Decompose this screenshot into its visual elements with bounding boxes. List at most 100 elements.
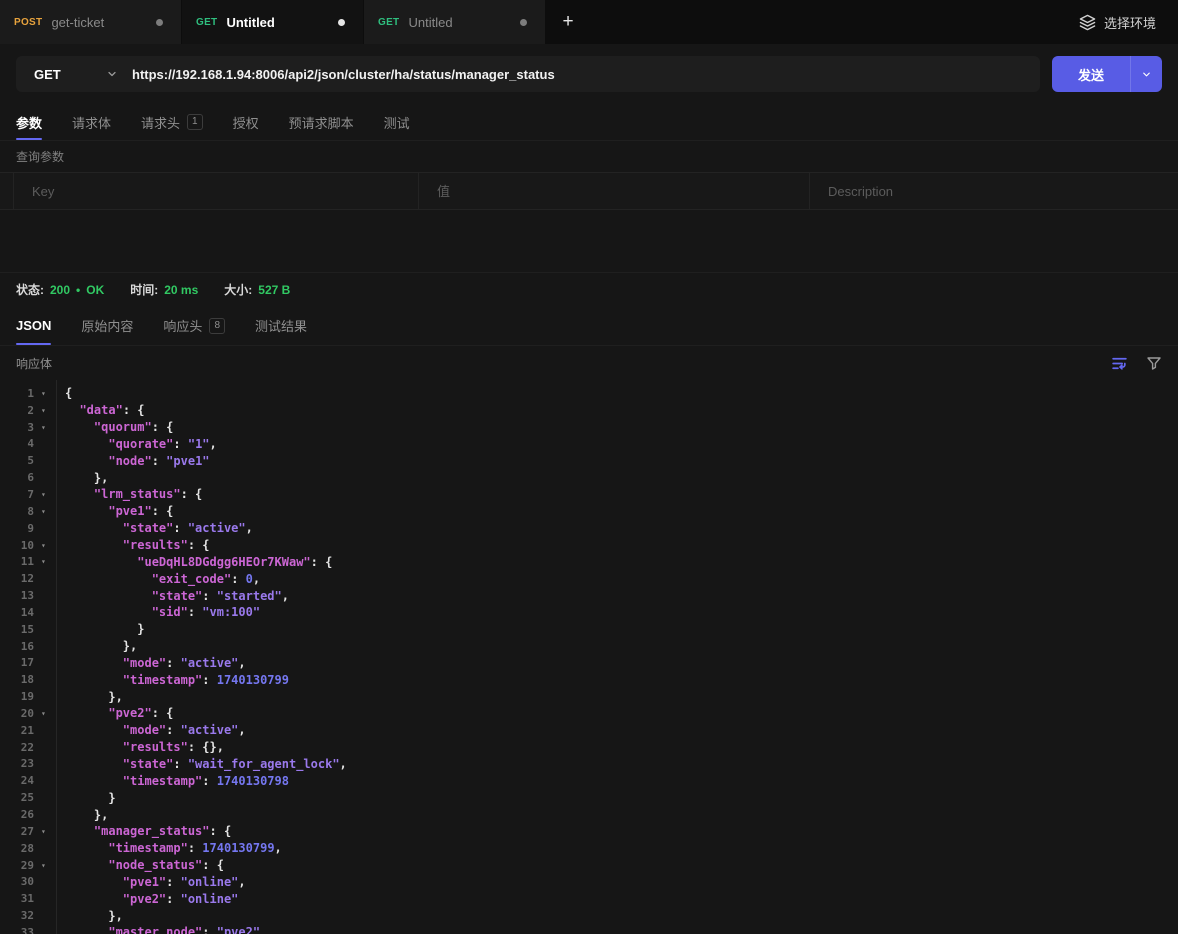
json-key: "timestamp" (123, 673, 202, 687)
fold-toggle-icon[interactable]: ▾ (39, 709, 56, 718)
json-number: 1740130799 (217, 673, 289, 687)
code-line: "sid": "vm:100" (65, 604, 1178, 621)
json-key: "pve2" (123, 892, 166, 906)
json-punctuation: : (188, 605, 202, 619)
code-line: "timestamp": 1740130799 (65, 671, 1178, 688)
wrap-lines-icon[interactable] (1111, 355, 1128, 372)
fold-toggle-icon[interactable]: ▾ (39, 490, 56, 499)
line-number: 27 (0, 825, 39, 838)
json-punctuation: : (173, 521, 187, 535)
send-options-button[interactable] (1130, 56, 1162, 92)
param-row-handle[interactable] (0, 173, 14, 209)
status-label: 状态: (16, 281, 44, 298)
json-punctuation: : (173, 757, 187, 771)
code-line: "mode": "active", (65, 655, 1178, 672)
gutter-row: 16 (0, 638, 56, 655)
json-punctuation: : { (152, 504, 174, 518)
tab-request-授权[interactable]: 授权 (233, 104, 259, 140)
send-button[interactable]: 发送 (1052, 56, 1162, 92)
json-string: "active" (188, 521, 246, 535)
json-punctuation: }, (108, 909, 122, 923)
json-key: "ueDqHL8DGdgg6HEOr7KWaw" (137, 555, 310, 569)
json-key: "pve1" (123, 875, 166, 889)
response-json-viewer[interactable]: 1▾2▾3▾4567▾8▾910▾11▾121314151617181920▾2… (0, 380, 1178, 934)
line-number: 21 (0, 724, 39, 737)
tab-response-json[interactable]: JSON (16, 306, 51, 345)
json-punctuation: : {}, (188, 740, 224, 754)
tab-response-label: 测试结果 (255, 316, 307, 335)
json-key: "mode" (123, 723, 166, 737)
json-punctuation: : (202, 673, 216, 687)
gutter-row: 5 (0, 452, 56, 469)
environment-selector[interactable]: 选择环境 (1079, 0, 1178, 44)
code-line: "node": "pve1" (65, 452, 1178, 469)
tab-request-参数[interactable]: 参数 (16, 104, 42, 140)
new-request-tab-button[interactable]: + (546, 0, 590, 44)
fold-toggle-icon[interactable]: ▾ (39, 423, 56, 432)
json-string: "started" (217, 589, 282, 603)
line-number: 26 (0, 808, 39, 821)
json-key: "manager_status" (94, 824, 210, 838)
json-punctuation: : { (210, 824, 232, 838)
line-number: 23 (0, 757, 39, 770)
code-line: "master_node": "pve2" (65, 924, 1178, 934)
tab-request-请求体[interactable]: 请求体 (72, 104, 111, 140)
param-description-input[interactable] (810, 184, 1178, 199)
gutter-row: 3▾ (0, 419, 56, 436)
gutter-row: 18 (0, 671, 56, 688)
tab-request-label: 测试 (384, 113, 410, 132)
tab-response-原始内容[interactable]: 原始内容 (81, 306, 133, 345)
code-line: "exit_code": 0, (65, 570, 1178, 587)
json-string: "active" (181, 656, 239, 670)
fold-toggle-icon[interactable]: ▾ (39, 406, 56, 415)
method-select[interactable]: GET (16, 67, 132, 82)
tab-response-响应头[interactable]: 响应头8 (163, 306, 225, 345)
json-key: "state" (123, 757, 174, 771)
api-client-window: POSTget-ticketGETUntitledGETUntitled + 选… (0, 0, 1178, 934)
request-tab-title: Untitled (226, 15, 329, 30)
request-tab-untitled[interactable]: GETUntitled (182, 0, 364, 44)
tab-response-测试结果[interactable]: 测试结果 (255, 306, 307, 345)
param-key-input[interactable] (14, 184, 418, 199)
code-line: }, (65, 638, 1178, 655)
gutter-row: 11▾ (0, 553, 56, 570)
json-string: "pve1" (166, 454, 209, 468)
tab-request-请求头[interactable]: 请求头1 (141, 104, 203, 140)
code-line: } (65, 621, 1178, 638)
json-key: "quorum" (94, 420, 152, 434)
line-number: 22 (0, 741, 39, 754)
request-tab-get-ticket[interactable]: POSTget-ticket (0, 0, 182, 44)
json-key: "results" (123, 538, 188, 552)
json-key: "mode" (123, 656, 166, 670)
fold-toggle-icon[interactable]: ▾ (39, 389, 56, 398)
chevron-down-icon (1141, 69, 1152, 80)
url-input-box[interactable]: GET https://192.168.1.94:8006/api2/json/… (16, 56, 1040, 92)
url-input[interactable]: https://192.168.1.94:8006/api2/json/clus… (132, 67, 555, 82)
json-punctuation: }, (108, 690, 122, 704)
query-params-title: 查询参数 (0, 141, 1178, 172)
request-tab-untitled[interactable]: GETUntitled (364, 0, 546, 44)
filter-icon[interactable] (1146, 355, 1162, 371)
fold-toggle-icon[interactable]: ▾ (39, 557, 56, 566)
fold-toggle-icon[interactable]: ▾ (39, 861, 56, 870)
json-punctuation: : (166, 656, 180, 670)
method-badge: GET (378, 17, 399, 28)
json-punctuation: : { (123, 403, 145, 417)
tab-request-测试[interactable]: 测试 (384, 104, 410, 140)
code-line: "timestamp": 1740130798 (65, 772, 1178, 789)
json-punctuation: : { (311, 555, 333, 569)
gutter-row: 21 (0, 722, 56, 739)
fold-toggle-icon[interactable]: ▾ (39, 507, 56, 516)
send-button-label[interactable]: 发送 (1052, 56, 1130, 92)
code-line: "pve1": "online", (65, 873, 1178, 890)
line-number: 10 (0, 539, 39, 552)
param-value-input[interactable] (419, 184, 809, 199)
json-key: "results" (123, 740, 188, 754)
fold-toggle-icon[interactable]: ▾ (39, 827, 56, 836)
unsaved-dot (338, 19, 345, 26)
code-line: { (65, 385, 1178, 402)
tab-request-label: 请求头 (141, 113, 180, 132)
json-number: 1740130799 (202, 841, 274, 855)
fold-toggle-icon[interactable]: ▾ (39, 541, 56, 550)
tab-request-预请求脚本[interactable]: 预请求脚本 (289, 104, 354, 140)
